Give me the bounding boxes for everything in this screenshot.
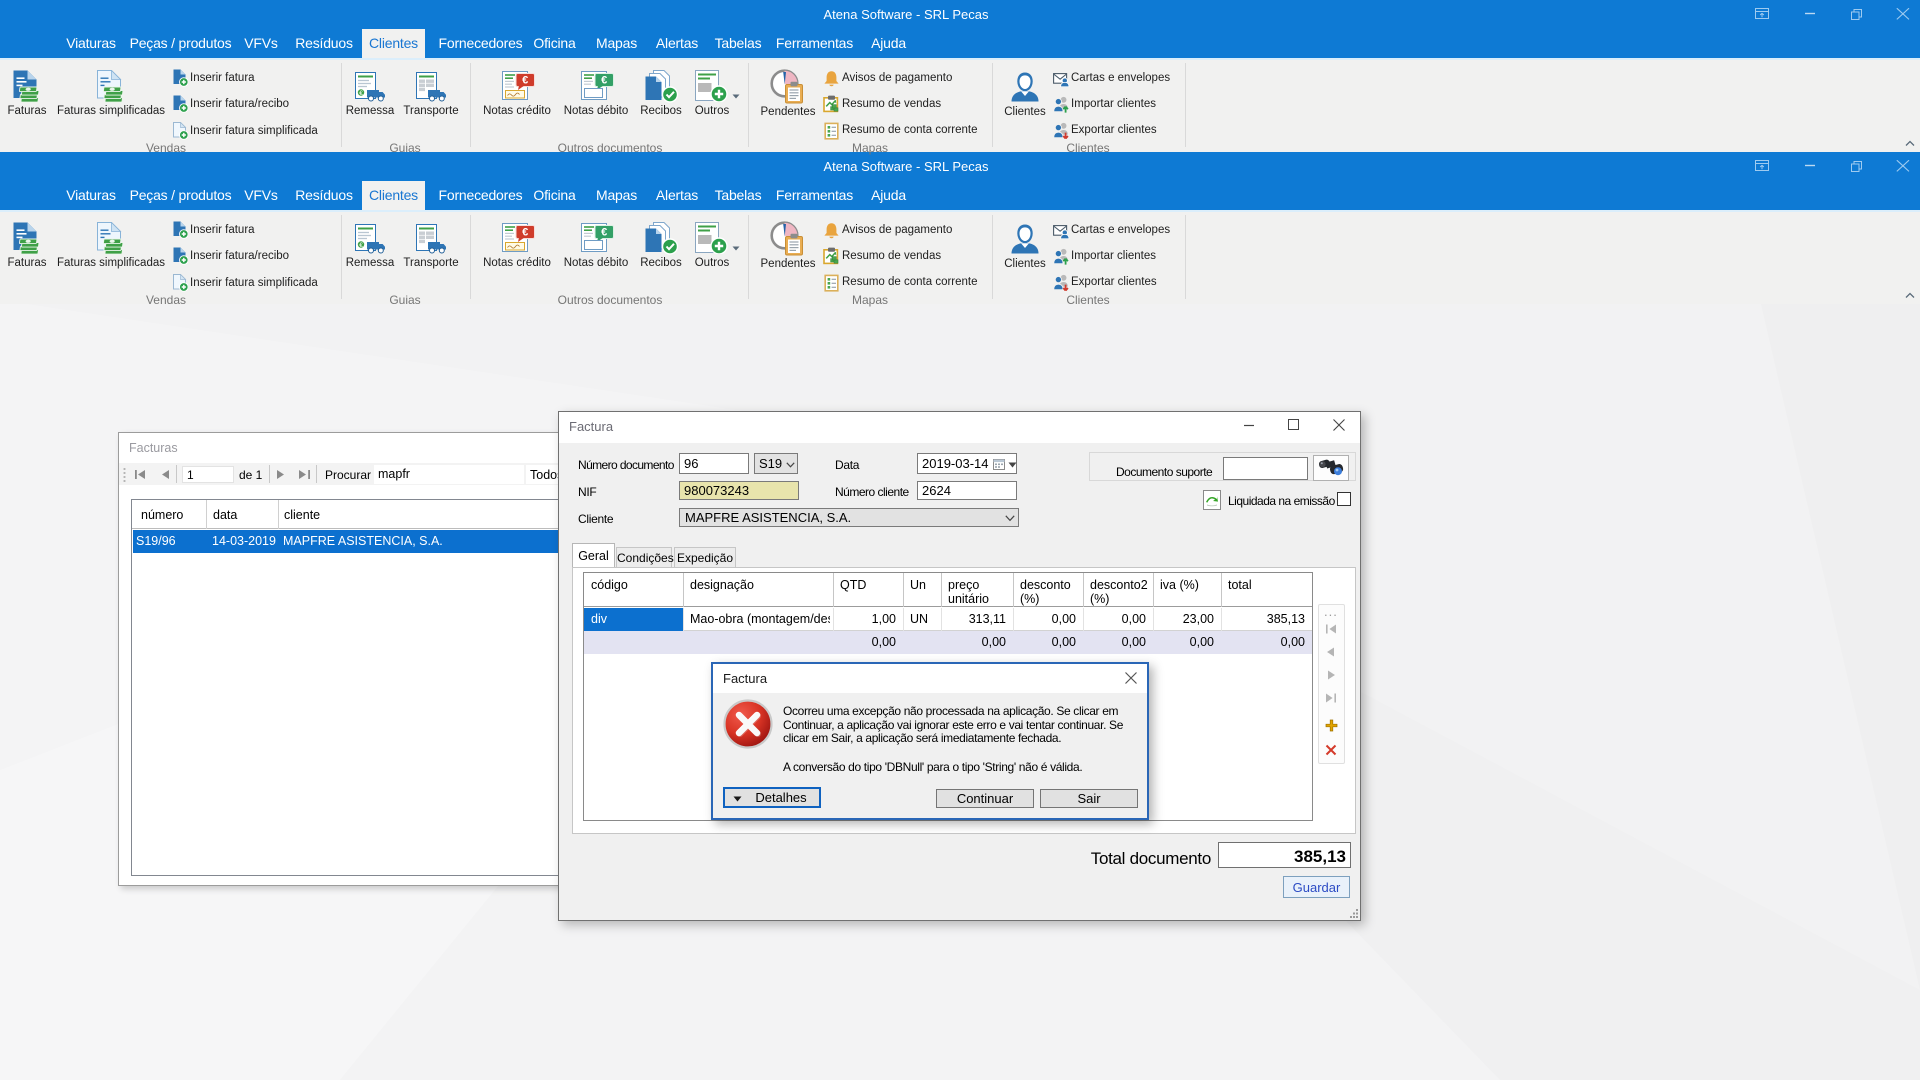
svg-text:€: €: [522, 75, 528, 87]
svg-text:€: €: [601, 227, 607, 239]
svg-text:€: €: [359, 242, 363, 249]
svg-text:€: €: [359, 90, 363, 97]
svg-text:€: €: [522, 227, 528, 239]
svg-text:€: €: [601, 75, 607, 87]
